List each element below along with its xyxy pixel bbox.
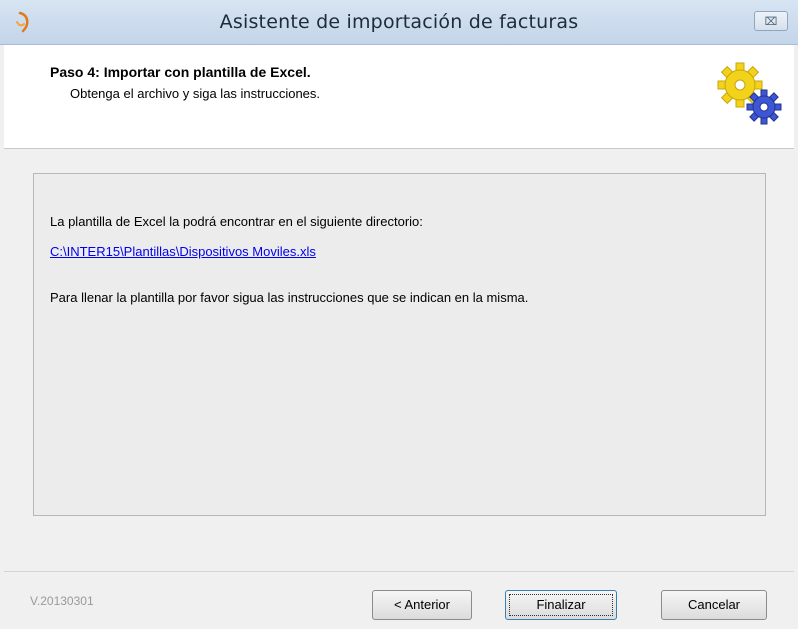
window-title: Asistente de importación de facturas xyxy=(219,11,579,33)
finish-button[interactable]: Finalizar xyxy=(505,590,617,620)
footer-divider xyxy=(4,571,794,572)
finish-button-label: Finalizar xyxy=(509,594,613,616)
step-title: Paso 4: Importar con plantilla de Excel. xyxy=(50,64,311,80)
close-button[interactable]: ⌧ xyxy=(754,11,788,31)
content-panel: La plantilla de Excel la podrá encontrar… xyxy=(33,173,766,516)
version-label: V.20130301 xyxy=(30,594,94,608)
wizard-header: Paso 4: Importar con plantilla de Excel.… xyxy=(4,45,794,149)
import-wizard-window: Asistente de importación de facturas ⌧ P… xyxy=(0,0,798,629)
title-bar[interactable]: Asistente de importación de facturas ⌧ xyxy=(0,0,798,45)
step-subtitle: Obtenga el archivo y siga las instruccio… xyxy=(70,86,321,101)
close-icon: ⌧ xyxy=(764,16,778,28)
cancel-button[interactable]: Cancelar xyxy=(661,590,767,620)
gears-icon xyxy=(717,62,782,125)
fill-instruction: Para llenar la plantilla por favor sigua… xyxy=(50,290,529,305)
template-path-link[interactable]: C:\INTER15\Plantillas\Dispositivos Movil… xyxy=(50,244,316,259)
directory-instruction: La plantilla de Excel la podrá encontrar… xyxy=(50,214,423,229)
back-button[interactable]: < Anterior xyxy=(372,590,472,620)
